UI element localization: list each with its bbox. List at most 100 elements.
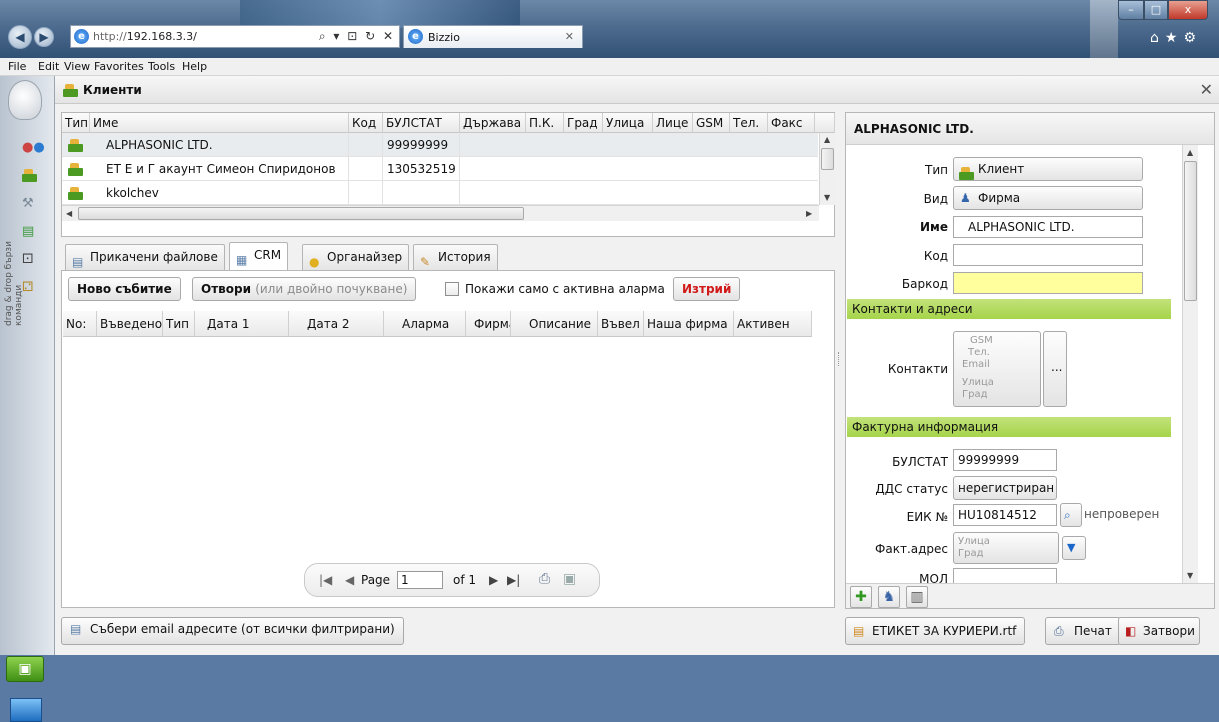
kind-button[interactable]: ♟ Фирма [953, 186, 1143, 210]
scroll-right-icon[interactable]: ▶ [806, 209, 812, 218]
col-header-country[interactable]: Държава [460, 113, 526, 133]
scroll-thumb[interactable] [1184, 161, 1197, 301]
active-alarm-checkbox[interactable] [445, 282, 459, 296]
code-input[interactable] [953, 244, 1143, 266]
money-icon[interactable]: ⚀ [22, 252, 40, 268]
barcode-input[interactable] [953, 272, 1143, 294]
clients-horizontal-scrollbar[interactable]: ◀ ▶ [62, 205, 819, 221]
menu-edit[interactable]: Edit [38, 60, 59, 73]
col-header-type[interactable]: Тип [62, 113, 90, 133]
col-header-gsm[interactable]: GSM [693, 113, 730, 133]
new-event-button[interactable]: Ново събитие [68, 277, 181, 301]
collect-emails-button[interactable]: ▤ Събери email адресите (от всички филтр… [61, 617, 404, 645]
detail-vertical-scrollbar[interactable]: ▲ ▼ [1182, 145, 1198, 583]
address-bar[interactable]: e http://192.168.3.3/ ⌕ ▾ ⊡ ↻ ✕ [70, 25, 400, 48]
splitter-grip[interactable] [838, 352, 842, 366]
last-page-icon[interactable]: ▶| [507, 573, 520, 587]
table-row[interactable]: ALPHASONIC LTD. 99999999 [62, 133, 818, 157]
browser-tab[interactable]: e Bizzio ✕ [403, 25, 583, 48]
export-icon[interactable]: ▣ [563, 571, 576, 587]
print-icon[interactable]: ⎙ [539, 571, 550, 587]
delete-button[interactable]: Изтрий [673, 277, 741, 301]
address-controls[interactable]: ⌕ ▾ ⊡ ↻ ✕ [319, 29, 395, 44]
invoice-icon[interactable]: ⚁ [22, 280, 40, 296]
maximize-button[interactable]: □ [1144, 0, 1168, 20]
eik-input[interactable]: HU10814512 [953, 504, 1057, 526]
bulstat-input[interactable]: 99999999 [953, 449, 1057, 471]
col-header-alarm[interactable]: Аларма [384, 311, 466, 337]
page-number-input[interactable]: 1 [397, 571, 443, 589]
clients-icon[interactable] [22, 168, 40, 184]
lightbulb-icon[interactable] [8, 80, 42, 120]
col-header-code[interactable]: Код [349, 113, 383, 133]
first-page-icon[interactable]: |◀ [319, 573, 332, 587]
col-header-name[interactable]: Име [90, 113, 349, 133]
col-header-street[interactable]: Улица [603, 113, 653, 133]
tab-crm[interactable]: ▦ CRM [229, 242, 289, 271]
next-page-icon[interactable]: ▶ [489, 573, 498, 587]
col-header-city[interactable]: Град [564, 113, 603, 133]
col-header-description[interactable]: Описание [511, 311, 598, 337]
scroll-down-icon[interactable]: ▼ [1187, 571, 1193, 580]
add-icon[interactable]: ✚ [850, 586, 872, 608]
open-event-button[interactable]: Отвори (или двойно почукване) [192, 277, 417, 301]
invoice-address-button[interactable]: Улица Град [953, 532, 1059, 564]
chevron-down-icon[interactable]: ▼ [1062, 536, 1086, 560]
home-favorites-settings-icons[interactable]: ⌂★⚙ [1150, 30, 1202, 46]
scroll-thumb[interactable] [78, 207, 524, 220]
clients-vertical-scrollbar[interactable]: ▲ ▼ [819, 133, 835, 205]
menu-view[interactable]: View [64, 60, 90, 73]
col-header-bulstat[interactable]: БУЛСТАТ [383, 113, 460, 133]
close-button[interactable]: ◧ Затвори [1118, 617, 1200, 645]
prev-page-icon[interactable]: ◀ [345, 573, 354, 587]
col-header-phone[interactable]: Тел. [730, 113, 768, 133]
type-button[interactable]: Клиент [953, 157, 1143, 181]
menu-help[interactable]: Help [182, 60, 207, 73]
scroll-thumb[interactable] [821, 148, 834, 170]
table-row[interactable]: kkolchev [62, 181, 818, 205]
window-close-button[interactable]: x [1168, 0, 1208, 20]
table-row[interactable]: ЕТ Е и Г акаунт Симеон Спиридонов 130532… [62, 157, 818, 181]
col-header-date1[interactable]: Дата 1 [195, 311, 289, 337]
col-header-entered-by[interactable]: Въвел [598, 311, 644, 337]
contacts-button[interactable]: GSM Тел. Email Улица Град [953, 331, 1041, 407]
col-header-no[interactable]: No: [63, 311, 97, 337]
name-input[interactable]: ALPHASONIC LTD. [953, 216, 1143, 238]
users-icon[interactable]: ●● [22, 140, 45, 156]
tab-history[interactable]: ✎ История [413, 244, 498, 270]
scroll-down-icon[interactable]: ▼ [824, 193, 830, 202]
forward-button[interactable]: ▶ [34, 27, 54, 47]
col-header-active[interactable]: Активен [734, 311, 812, 337]
tab-organizer[interactable]: ● Органайзер [302, 244, 410, 270]
minimize-button[interactable]: – [1118, 0, 1144, 20]
document-icon[interactable]: ▤ [22, 224, 40, 240]
mol-input[interactable] [953, 568, 1057, 584]
col-header-postcode[interactable]: П.К. [526, 113, 564, 133]
tab-attachments[interactable]: ▤ Прикачени файлове [65, 244, 225, 270]
scroll-up-icon[interactable]: ▲ [824, 135, 830, 144]
trash-icon[interactable]: ▥ [906, 586, 928, 608]
contacts-more-button[interactable]: ... [1043, 331, 1067, 407]
back-button[interactable]: ◀ [8, 25, 32, 49]
col-header-fax[interactable]: Факс [768, 113, 815, 133]
col-header-entered[interactable]: Въведено [97, 311, 163, 337]
close-icon[interactable]: ✕ [1200, 80, 1213, 99]
courier-label-button[interactable]: ▤ ЕТИКЕТ ЗА КУРИЕРИ.rtf [845, 617, 1026, 645]
search-icon[interactable]: ⌕ [1060, 503, 1082, 527]
menu-tools[interactable]: Tools [148, 60, 175, 73]
menu-favorites[interactable]: Favorites [94, 60, 144, 73]
print-button[interactable]: ⎙ Печат [1045, 617, 1121, 645]
col-header-company[interactable]: Фирма [466, 311, 511, 337]
col-header-our-company[interactable]: Наша фирма [644, 311, 734, 337]
users-icon[interactable]: ♞ [878, 586, 900, 608]
col-header-type[interactable]: Тип [163, 311, 195, 337]
panel-splitter[interactable] [835, 112, 845, 609]
tab-close-icon[interactable]: ✕ [565, 30, 574, 43]
scroll-left-icon[interactable]: ◀ [66, 209, 72, 218]
scroll-up-icon[interactable]: ▲ [1187, 148, 1193, 157]
col-header-date2[interactable]: Дата 2 [289, 311, 384, 337]
tools-icon[interactable]: ⚒ [22, 196, 40, 212]
menu-file[interactable]: File [8, 60, 26, 73]
col-header-person[interactable]: Лице [653, 113, 693, 133]
vat-status-button[interactable]: нерегистриран [953, 476, 1057, 500]
